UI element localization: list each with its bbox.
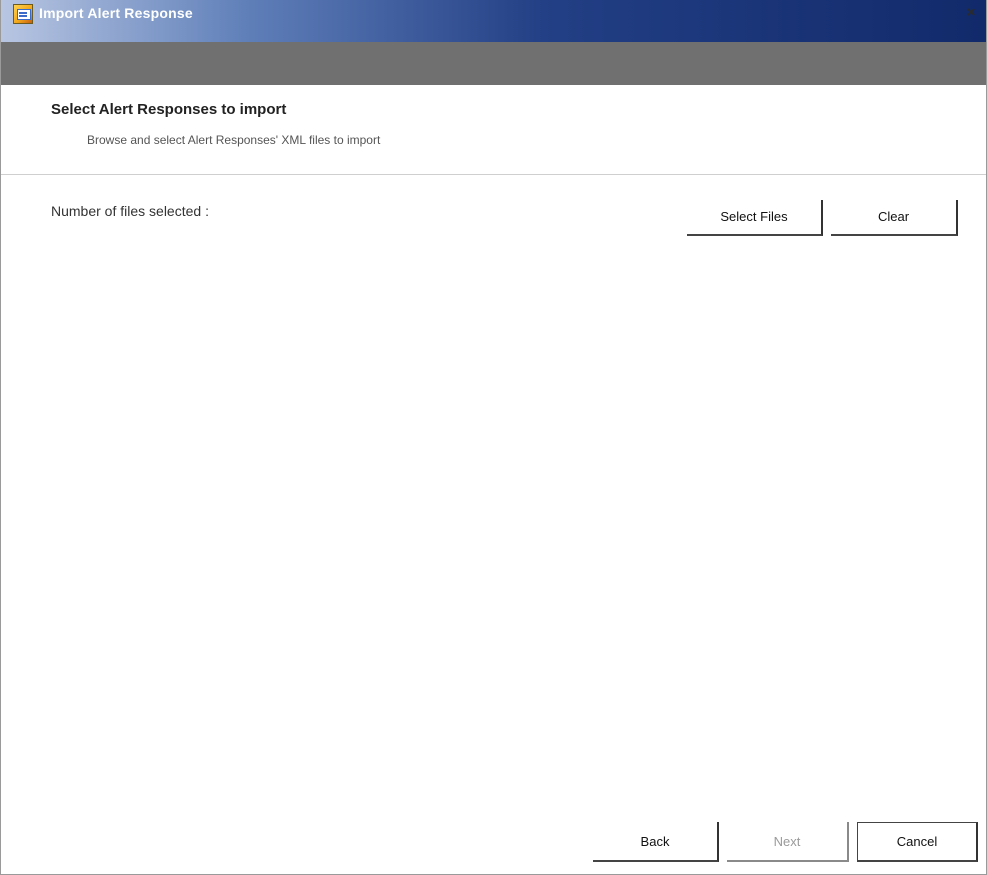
- app-icon: [13, 4, 33, 24]
- wizard-content: Number of files selected : Select Files …: [1, 176, 986, 796]
- window-title: Import Alert Response: [39, 5, 193, 21]
- page-title: Select Alert Responses to import: [51, 101, 287, 118]
- files-selected-label: Number of files selected :: [51, 203, 209, 219]
- files-selected-label-text: Number of files selected :: [51, 203, 209, 219]
- select-files-button[interactable]: Select Files: [687, 200, 823, 236]
- cancel-button[interactable]: Cancel: [857, 822, 978, 862]
- wizard-header: Select Alert Responses to import Browse …: [1, 85, 986, 175]
- clear-button[interactable]: Clear: [831, 200, 958, 236]
- import-alert-response-dialog: Import Alert Response × Select Alert Res…: [0, 0, 987, 875]
- page-subtitle: Browse and select Alert Responses' XML f…: [87, 133, 381, 147]
- toolbar-strip: [1, 42, 986, 85]
- close-icon[interactable]: ×: [962, 5, 980, 23]
- back-button[interactable]: Back: [593, 822, 719, 862]
- wizard-footer: Back Next Cancel: [1, 822, 986, 866]
- title-bar[interactable]: Import Alert Response ×: [1, 0, 986, 42]
- next-button[interactable]: Next: [727, 822, 849, 862]
